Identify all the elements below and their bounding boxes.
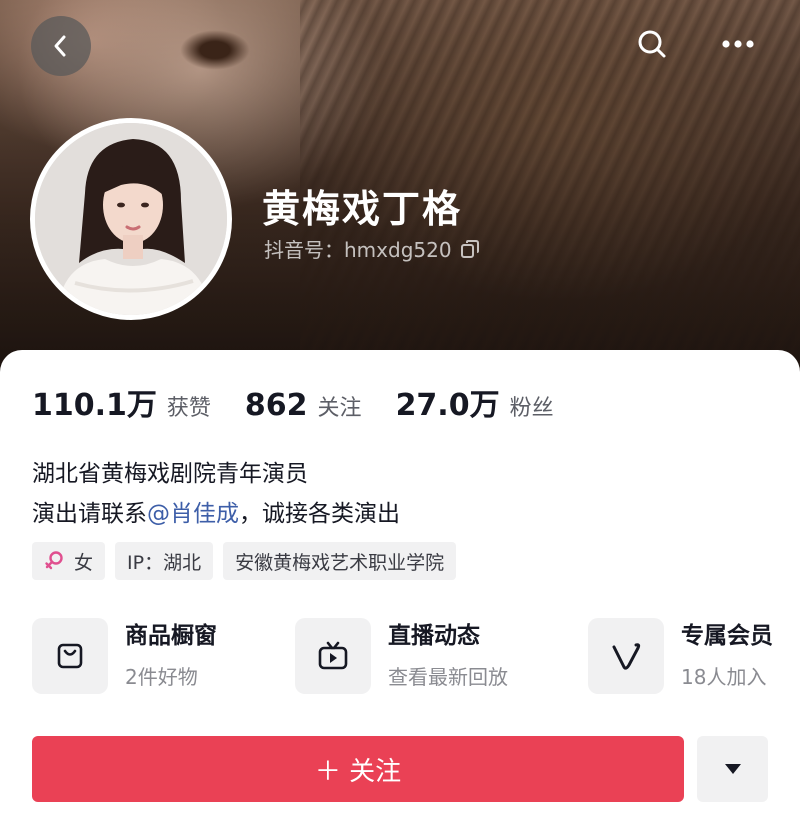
feature-title: 专属会员 (681, 623, 773, 649)
feature-live-updates[interactable]: 直播动态 查看最新回放 (295, 618, 508, 694)
gender-text: 女 (74, 551, 94, 574)
follow-button[interactable]: ＋ 关注 (32, 736, 684, 802)
chevron-left-icon (54, 35, 66, 57)
bio-line-2: 演出请联系@肖佳成，诚接各类演出 (32, 494, 400, 534)
feature-icon-box (295, 618, 371, 694)
profile-info-card: 110.1万 获赞 862 关注 27.0万 粉丝 湖北省黄梅戏剧院青年演员 演… (0, 350, 800, 816)
following-label[interactable]: 关注 (318, 390, 362, 422)
follow-button-label: ＋ 关注 (314, 756, 402, 787)
likes-label[interactable]: 获赞 (167, 390, 211, 422)
caret-down-icon (724, 764, 741, 774)
feature-icon-box (588, 618, 664, 694)
tv-play-icon (318, 641, 348, 670)
copy-icon[interactable] (460, 239, 480, 259)
feature-title: 商品橱窗 (125, 623, 217, 649)
search-icon (638, 30, 666, 58)
feature-text: 直播动态 查看最新回放 (388, 620, 508, 692)
feature-exclusive-membership[interactable]: 专属会员 18人加入 (588, 618, 773, 694)
followers-count[interactable]: 27.0万 (396, 380, 500, 424)
more-options-button[interactable] (712, 18, 764, 70)
more-dots-icon (722, 40, 754, 48)
feature-icon-box (32, 618, 108, 694)
mention-link[interactable]: @肖佳成 (147, 501, 239, 527)
gender-tag: 女 (32, 542, 106, 580)
avatar[interactable] (30, 118, 232, 320)
following-count[interactable]: 862 (245, 388, 308, 423)
bio-line-1: 湖北省黄梅戏剧院青年演员 (32, 461, 308, 487)
likes-count[interactable]: 110.1万 (32, 380, 157, 424)
feature-entries: 商品橱窗 2件好物 直播动态 查看最新回放 专属会员 18人加入 (32, 618, 800, 698)
profile-name: 黄梅戏丁格 (262, 187, 463, 231)
school-tag[interactable]: 安徽黄梅戏艺术职业学院 (223, 542, 457, 580)
v-member-icon (612, 643, 641, 670)
search-button[interactable] (626, 18, 678, 70)
handle-text: 抖音号：hmxdg520 (264, 238, 452, 262)
profile-tags: 女 IP：湖北 安徽黄梅戏艺术职业学院 (32, 542, 457, 580)
feature-subtitle: 18人加入 (681, 665, 767, 689)
back-button[interactable] (31, 16, 91, 76)
followers-label[interactable]: 粉丝 (510, 390, 554, 422)
feature-text: 专属会员 18人加入 (681, 620, 773, 692)
ip-location-tag: IP：湖北 (115, 542, 214, 580)
profile-handle: 抖音号：hmxdg520 (264, 234, 480, 263)
feature-shop-window[interactable]: 商品橱窗 2件好物 (32, 618, 217, 694)
shopping-bag-icon (57, 643, 83, 669)
avatar-portrait (35, 123, 227, 315)
feature-text: 商品橱窗 2件好物 (125, 620, 217, 692)
bio-line-2-suffix: ，诚接各类演出 (239, 501, 400, 527)
feature-title: 直播动态 (388, 623, 480, 649)
stats-row: 110.1万 获赞 862 关注 27.0万 粉丝 (32, 380, 588, 424)
bio-line-2-prefix: 演出请联系 (32, 501, 147, 527)
bio-text: 湖北省黄梅戏剧院青年演员 演出请联系@肖佳成，诚接各类演出 (32, 454, 400, 534)
more-actions-dropdown-button[interactable] (697, 736, 768, 802)
feature-subtitle: 2件好物 (125, 665, 198, 689)
female-icon (45, 551, 63, 570)
cover-photo-detail (180, 30, 250, 70)
feature-subtitle: 查看最新回放 (388, 665, 508, 689)
